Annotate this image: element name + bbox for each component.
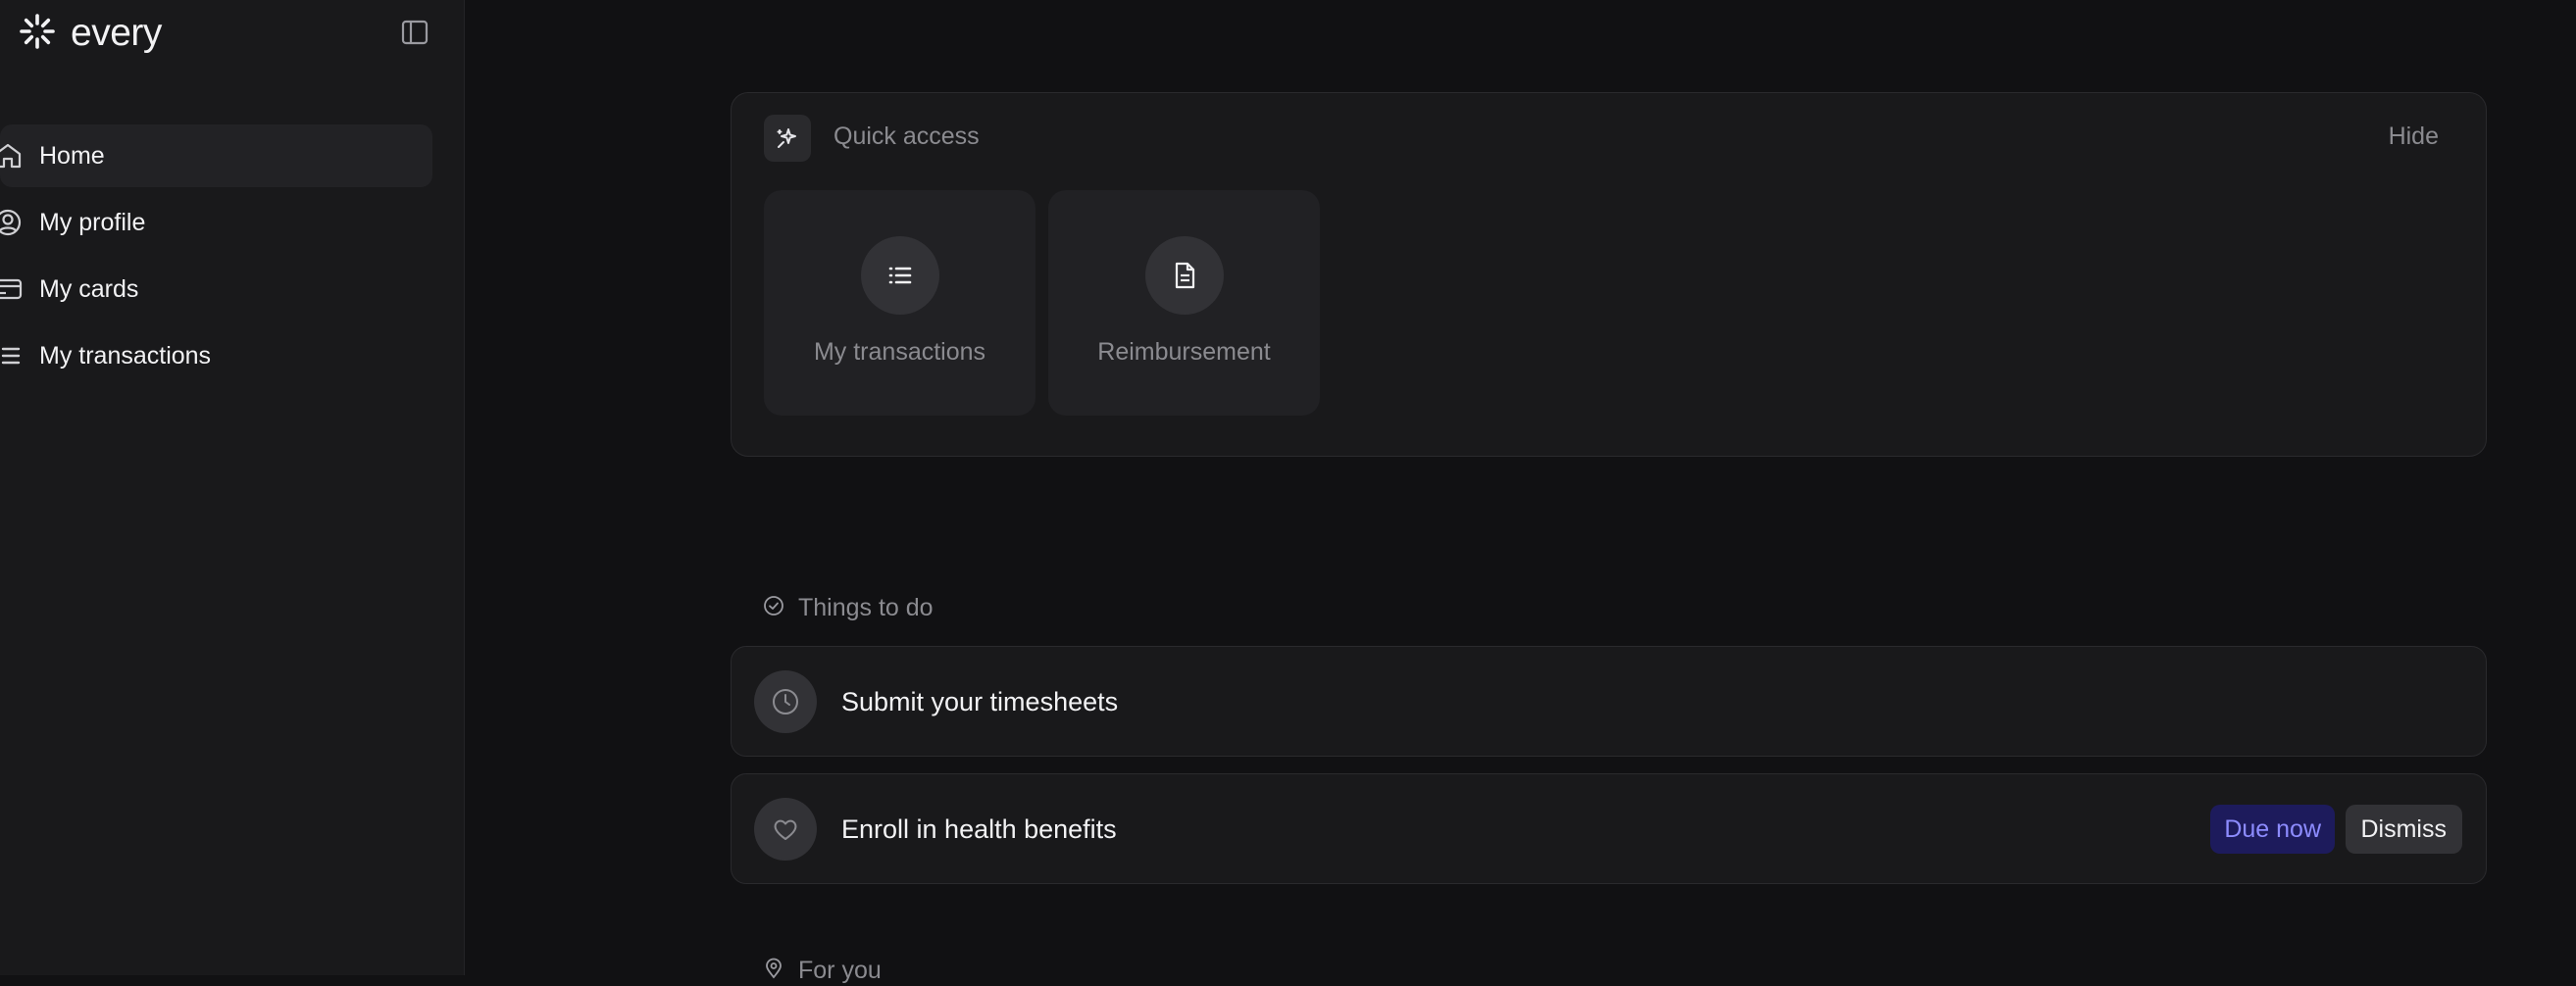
sidebar-item-my-cards[interactable]: My cards — [0, 258, 432, 320]
tile-label: My transactions — [813, 338, 986, 366]
list-icon — [0, 340, 24, 371]
sidebar-item-label: My transactions — [39, 341, 212, 370]
todo-label: Enroll in health benefits — [841, 814, 1117, 844]
clock-icon — [754, 670, 817, 733]
sidebar-item-label: My profile — [39, 208, 146, 236]
quick-access-tile-reimbursement[interactable]: Reimbursement — [1048, 190, 1320, 416]
todo-label: Submit your timesheets — [841, 687, 1119, 716]
sidebar-toggle-button[interactable] — [398, 18, 431, 51]
sidebar-item-my-transactions[interactable]: My transactions — [0, 324, 432, 387]
sidebar-item-label: My cards — [39, 274, 139, 303]
list-icon — [860, 236, 939, 315]
sidebar-item-label: Home — [39, 141, 105, 170]
sparkle-icon — [764, 115, 811, 162]
home-icon — [0, 140, 24, 172]
quick-access-tile-my-transactions[interactable]: My transactions — [764, 190, 1035, 416]
todo-item-submit-timesheets[interactable]: Submit your timesheets — [731, 646, 2487, 757]
quick-access-title: Quick access — [833, 123, 980, 150]
hide-quick-access-button[interactable]: Hide — [2389, 123, 2439, 151]
user-circle-icon — [0, 207, 24, 238]
sidebar-toggle-icon — [399, 17, 430, 53]
sidebar-item-home[interactable]: Home — [0, 124, 432, 187]
brand-name: every — [71, 12, 162, 54]
for-you-title: For you — [798, 956, 882, 984]
quick-access-card: Quick access Hide My transactions Reimbu… — [731, 92, 2487, 457]
things-to-do-heading: Things to do — [763, 592, 934, 623]
credit-card-icon — [0, 273, 24, 305]
dismiss-button[interactable]: Dismiss — [2345, 805, 2462, 854]
document-icon — [1144, 236, 1224, 315]
tile-label: Reimbursement — [1097, 338, 1271, 366]
sidebar: every Home My profile My cards My transa… — [0, 0, 465, 975]
heart-icon — [754, 798, 817, 861]
check-circle-icon — [763, 595, 784, 621]
for-you-heading: For you — [763, 955, 882, 986]
things-to-do-title: Things to do — [798, 593, 934, 621]
sidebar-item-my-profile[interactable]: My profile — [0, 191, 432, 254]
sidebar-nav: Home My profile My cards My transactions — [0, 124, 432, 391]
due-now-badge: Due now — [2210, 805, 2335, 854]
brand[interactable]: every — [18, 10, 162, 57]
sunburst-logo-icon — [18, 12, 57, 56]
todo-item-enroll-health-benefits[interactable]: Enroll in health benefits Due now Dismis… — [731, 773, 2487, 884]
location-pin-icon — [763, 958, 784, 984]
